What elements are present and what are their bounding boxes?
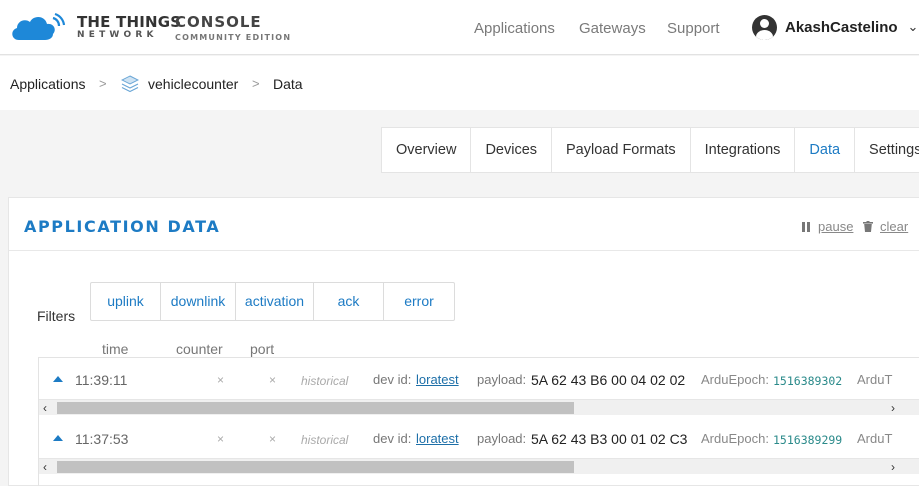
event-list: 11:39:11 × × historical dev id: loratest… — [38, 357, 919, 486]
field-label: ArduEpoch: — [701, 372, 769, 387]
user-menu[interactable]: AkashCastelino ⌄ — [752, 14, 918, 40]
event-time: 11:39:11 — [75, 372, 128, 388]
nav-applications[interactable]: Applications — [474, 20, 555, 37]
top-bar: THE THINGS NETWORK CONSOLE COMMUNITY EDI… — [0, 0, 919, 55]
field-value: 1516389299 — [773, 433, 843, 447]
breadcrumb-current: Data — [273, 76, 303, 92]
panel-header: APPLICATION DATA pause clear — [9, 198, 919, 251]
username: AkashCastelino — [785, 18, 898, 36]
payload-value: 5A 62 43 B6 00 04 02 02 — [531, 372, 686, 388]
pause-button[interactable]: pause — [818, 219, 853, 234]
filter-uplink[interactable]: uplink — [91, 283, 161, 320]
payload-label: payload: — [477, 372, 527, 387]
column-header-port: port — [250, 341, 275, 357]
nav-gateways[interactable]: Gateways — [579, 20, 646, 37]
tab-settings[interactable]: Settings — [855, 128, 919, 172]
event-status: historical — [301, 433, 349, 447]
filters-label: Filters — [37, 308, 76, 324]
scroll-right-icon[interactable]: › — [891, 400, 895, 416]
trash-icon — [863, 221, 873, 232]
breadcrumb-application[interactable]: vehiclecounter — [148, 76, 238, 92]
event-counter: × — [217, 432, 225, 446]
clear-button[interactable]: clear — [880, 219, 908, 234]
horizontal-scrollbar[interactable]: ‹ › — [39, 399, 919, 415]
dev-id-label: dev id: — [373, 372, 412, 387]
ttn-cloud-logo-icon[interactable] — [9, 12, 67, 42]
column-header-time: time — [102, 341, 129, 357]
scroll-right-icon[interactable]: › — [891, 459, 895, 475]
nav-support[interactable]: Support — [667, 20, 720, 37]
field-value: 1516389302 — [773, 374, 843, 388]
horizontal-scrollbar[interactable]: ‹ › — [39, 458, 919, 474]
event-port: × — [269, 432, 277, 446]
field-label-truncated: ArduT — [857, 431, 893, 446]
event-status: historical — [301, 374, 349, 388]
logo-subtitle: NETWORK — [77, 30, 158, 40]
field-label-truncated: ArduT — [857, 372, 893, 387]
dev-id-link[interactable]: loratest — [416, 372, 459, 387]
filter-downlink[interactable]: downlink — [161, 283, 236, 320]
event-item[interactable]: 11:39:11 × × historical dev id: loratest… — [39, 358, 919, 416]
filter-ack[interactable]: ack — [314, 283, 384, 320]
payload-value: 5A 62 43 B3 00 01 02 C3 — [531, 431, 688, 447]
tab-integrations[interactable]: Integrations — [691, 128, 796, 172]
chevron-down-icon: ⌄ — [907, 19, 919, 34]
event-item[interactable]: 11:37:53 × × historical dev id: loratest… — [39, 417, 919, 475]
uplink-arrow-icon — [53, 435, 63, 441]
filter-error[interactable]: error — [384, 283, 454, 320]
dev-id-link[interactable]: loratest — [416, 431, 459, 446]
tab-devices[interactable]: Devices — [471, 128, 553, 172]
layers-icon — [121, 75, 139, 93]
product-name: CONSOLE — [175, 13, 262, 31]
field-label: ArduEpoch: — [701, 431, 769, 446]
scrollbar-thumb[interactable] — [57, 461, 574, 473]
event-counter: × — [217, 373, 225, 387]
breadcrumb-applications[interactable]: Applications — [10, 76, 86, 92]
event-row[interactable]: 11:39:11 × × historical dev id: loratest… — [39, 358, 919, 398]
breadcrumb-separator: > — [252, 76, 260, 91]
uplink-arrow-icon — [53, 376, 63, 382]
event-time: 11:37:53 — [75, 431, 129, 447]
scrollbar-thumb[interactable] — [57, 402, 574, 414]
filter-group: uplink downlink activation ack error — [90, 282, 455, 321]
pause-icon — [802, 222, 810, 232]
tab-data[interactable]: Data — [795, 128, 856, 172]
application-data-panel: APPLICATION DATA pause clear Filters upl… — [8, 197, 919, 486]
filter-activation[interactable]: activation — [236, 283, 314, 320]
payload-label: payload: — [477, 431, 527, 446]
tab-payload-formats[interactable]: Payload Formats — [552, 128, 691, 172]
avatar-icon — [752, 14, 777, 40]
logo-title: THE THINGS — [77, 13, 182, 31]
scroll-left-icon[interactable]: ‹ — [43, 400, 47, 416]
product-edition: COMMUNITY EDITION — [175, 33, 292, 42]
app-tabs: Overview Devices Payload Formats Integra… — [381, 127, 919, 173]
breadcrumb-separator: > — [99, 76, 107, 91]
scroll-left-icon[interactable]: ‹ — [43, 459, 47, 475]
tab-overview[interactable]: Overview — [382, 128, 472, 172]
event-row[interactable]: 11:37:53 × × historical dev id: loratest… — [39, 417, 919, 457]
panel-title: APPLICATION DATA — [24, 217, 221, 236]
event-port: × — [269, 373, 277, 387]
dev-id-label: dev id: — [373, 431, 412, 446]
column-header-counter: counter — [176, 341, 223, 357]
